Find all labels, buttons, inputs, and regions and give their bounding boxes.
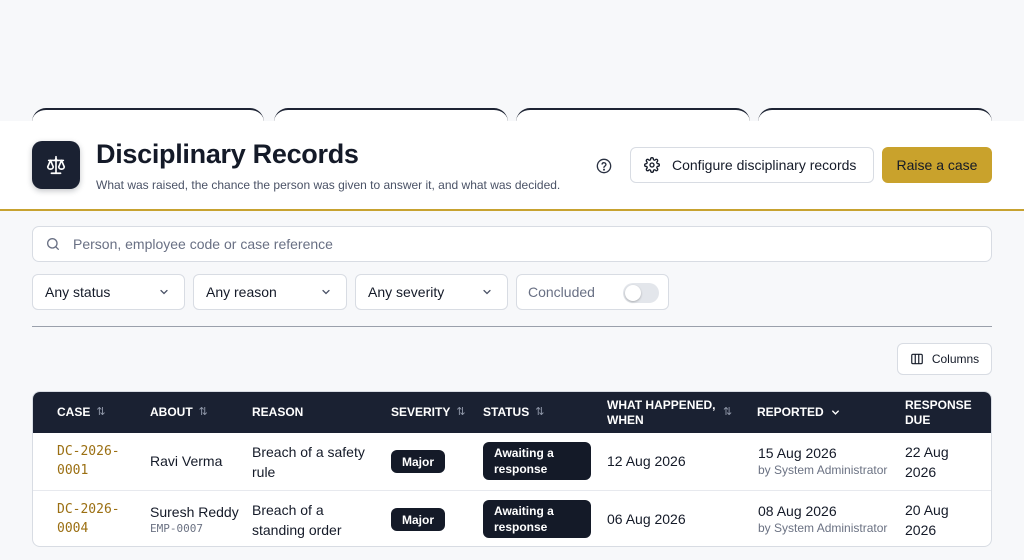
column-header-what-happened[interactable]: WHAT HAPPENED, WHEN ⇅	[607, 392, 741, 433]
status-filter-value: Any status	[45, 284, 111, 300]
search-input[interactable]	[73, 236, 953, 252]
column-header-status[interactable]: STATUS ⇅	[483, 392, 544, 433]
column-header-reason: REASON	[252, 392, 303, 433]
concluded-label: Concluded	[528, 284, 595, 300]
column-header-about[interactable]: ABOUT ⇅	[150, 392, 208, 433]
configure-button[interactable]: Configure disciplinary records	[630, 147, 874, 183]
search-bar[interactable]	[32, 226, 992, 262]
concluded-toggle[interactable]	[623, 283, 659, 303]
response-due-date: 22 Aug 2026	[905, 444, 949, 480]
gear-icon	[644, 157, 660, 173]
reported-by: by System Administrator	[758, 463, 888, 477]
reason-filter[interactable]: Any reason	[193, 274, 347, 310]
reported-by: by System Administrator	[758, 521, 888, 535]
status-badge: Awaiting a response	[483, 442, 591, 480]
concluded-filter[interactable]: Concluded	[516, 274, 669, 310]
page-subtitle: What was raised, the chance the person w…	[96, 178, 561, 192]
incident-date: 12 Aug 2026	[607, 453, 686, 469]
columns-icon	[910, 353, 923, 365]
sort-icon: ⇅	[723, 406, 733, 418]
reason-filter-value: Any reason	[206, 284, 277, 300]
raise-case-button[interactable]: Raise a case	[882, 147, 992, 183]
chevron-down-icon	[160, 289, 168, 295]
scales-icon	[46, 155, 66, 175]
reported-date: 08 Aug 2026	[758, 503, 837, 519]
employee-code: EMP-0007	[150, 522, 203, 535]
severity-badge: Major	[391, 508, 446, 531]
case-reason: Breach of a standing order	[252, 502, 342, 538]
page-title: Disciplinary Records	[96, 139, 359, 169]
search-icon	[47, 238, 59, 250]
columns-button-label: Columns	[931, 352, 980, 366]
case-reference-link[interactable]: DC-2026-0004	[57, 500, 127, 538]
chevron-down-icon	[831, 410, 839, 415]
summary-cards-strip	[0, 108, 1024, 138]
reported-cell: 08 Aug 2026 by System Administrator	[758, 501, 887, 536]
table-row[interactable]: DC-2026-0004 Suresh Reddy EMP-0007 Breac…	[33, 490, 991, 546]
case-reason: Breach of a safety rule	[252, 444, 365, 480]
table-header: CASE ⇅ ABOUT ⇅ REASON SEVERITY ⇅ STATUS …	[33, 392, 991, 433]
severity-filter[interactable]: Any severity	[355, 274, 508, 310]
column-header-severity[interactable]: SEVERITY ⇅	[391, 392, 466, 433]
chevron-down-icon	[322, 289, 330, 295]
person-name: Suresh Reddy	[150, 504, 239, 520]
person-cell: Suresh Reddy EMP-0007	[150, 502, 239, 536]
table-row[interactable]: DC-2026-0001 Ravi Verma Breach of a safe…	[33, 433, 991, 490]
severity-badge: Major	[391, 450, 446, 473]
help-circle-icon	[596, 158, 611, 173]
reported-cell: 15 Aug 2026 by System Administrator	[758, 443, 887, 478]
sort-icon: ⇅	[535, 406, 545, 418]
divider	[32, 326, 992, 327]
module-logo	[32, 141, 80, 189]
columns-button[interactable]: Columns	[897, 343, 992, 375]
help-button[interactable]	[595, 157, 612, 174]
sort-icon: ⇅	[96, 406, 106, 418]
column-header-label: REASON	[252, 405, 304, 419]
incident-date: 06 Aug 2026	[607, 511, 686, 527]
toggle-knob	[625, 285, 641, 301]
chevron-down-icon	[483, 289, 491, 295]
configure-button-label: Configure disciplinary records	[672, 157, 857, 173]
disciplinary-table: CASE ⇅ ABOUT ⇅ REASON SEVERITY ⇅ STATUS …	[32, 391, 992, 547]
status-filter[interactable]: Any status	[32, 274, 185, 310]
sort-icon: ⇅	[198, 406, 208, 418]
column-header-label: WHAT HAPPENED, WHEN	[607, 397, 716, 427]
column-header-case[interactable]: CASE ⇅	[57, 392, 106, 433]
severity-filter-value: Any severity	[368, 284, 445, 300]
column-header-reported[interactable]: REPORTED	[757, 392, 841, 433]
column-header-response-due[interactable]: RESPONSE DUE	[905, 392, 975, 433]
column-header-label: CASE	[57, 405, 91, 419]
sort-icon: ⇅	[456, 406, 466, 418]
column-header-label: ABOUT	[150, 405, 193, 419]
response-due-date: 20 Aug 2026	[905, 502, 949, 538]
column-header-label: STATUS	[483, 405, 530, 419]
case-reference-link[interactable]: DC-2026-0001	[57, 442, 127, 480]
column-header-label: RESPONSE DUE	[905, 397, 972, 427]
reported-date: 15 Aug 2026	[758, 445, 837, 461]
person-name: Ravi Verma	[150, 453, 223, 469]
column-header-label: SEVERITY	[391, 405, 451, 419]
column-header-label: REPORTED	[757, 405, 824, 419]
status-badge: Awaiting a response	[483, 500, 591, 538]
page-header: Disciplinary Records What was raised, th…	[0, 121, 1024, 211]
